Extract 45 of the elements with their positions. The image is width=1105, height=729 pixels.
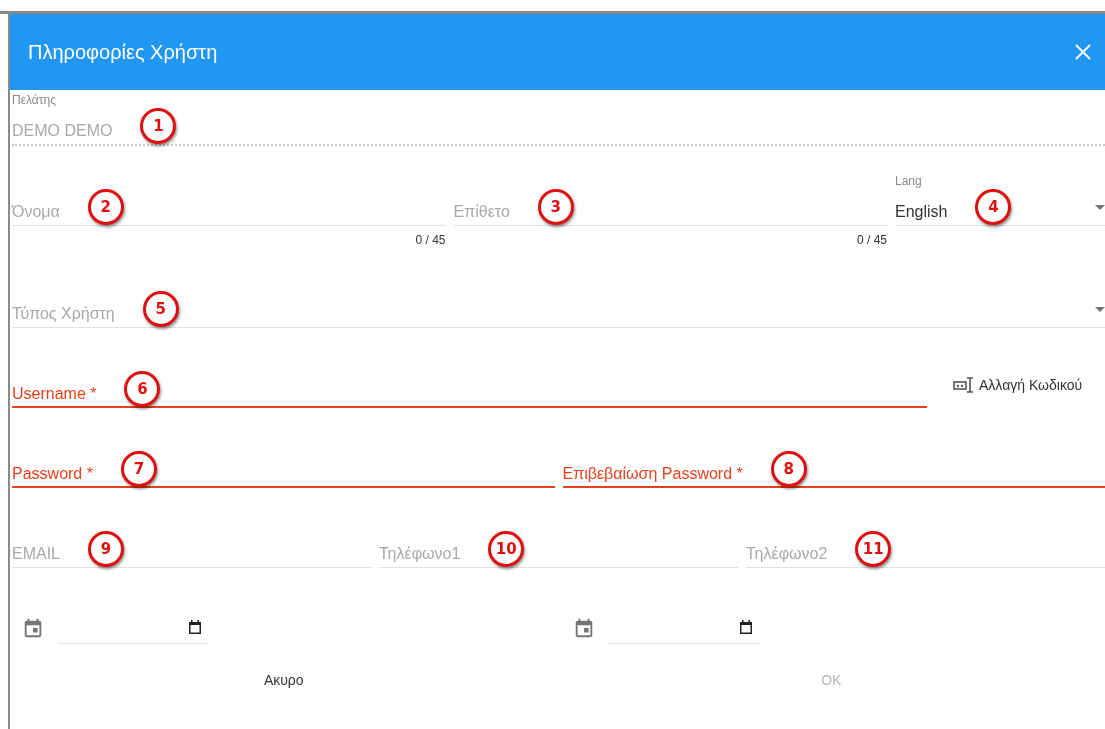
callout-marker: 7 <box>120 450 157 487</box>
dropdown-arrow-icon[interactable] <box>1095 306 1105 312</box>
character-counter: 0 / 45 <box>855 232 887 248</box>
callout-marker: 9 <box>88 531 124 567</box>
text-field[interactable]: Password * 7 <box>12 451 555 488</box>
change-password-button[interactable]: Αλλαγή Κωδικού <box>935 355 1089 407</box>
text-field[interactable]: Τηλέφωνο1 10 <box>379 531 738 568</box>
close-icon[interactable] <box>1075 44 1091 60</box>
callout-marker: 1 <box>140 108 177 144</box>
text-field[interactable]: EMAIL 9 <box>12 531 371 568</box>
field-label: Password * <box>12 463 93 483</box>
placeholder-text: EMAIL <box>12 544 60 563</box>
dialog-title: Πληροφορίες Χρήστη <box>28 40 218 64</box>
character-counter: 0 / 45 <box>414 232 446 248</box>
field-label: Πελάτης <box>12 92 57 108</box>
field-value: DEMO DEMO <box>12 121 113 140</box>
field-label: Lang <box>895 174 922 188</box>
callout-marker: 3 <box>537 189 574 225</box>
text-field[interactable]: Username * 6 <box>12 371 927 408</box>
selected-value: English <box>895 202 948 221</box>
placeholder-text: Επίθετο <box>453 202 510 221</box>
callout-marker: 10 <box>488 531 525 567</box>
field-label: Επιβεβαίωση Password * <box>562 463 743 483</box>
placeholder-text: Όνομα <box>12 202 60 221</box>
text-field[interactable]: Όνομα 2 <box>12 189 446 226</box>
placeholder-text: Τηλέφωνο1 <box>379 544 461 563</box>
text-field[interactable]: Επίθετο 3 <box>453 189 887 226</box>
text-field[interactable]: Επιβεβαίωση Password * 8 <box>562 451 1105 488</box>
calendar-icon[interactable] <box>188 620 202 634</box>
callout-marker: 2 <box>87 189 124 225</box>
callout-marker: 11 <box>855 531 892 567</box>
text-field[interactable]: Τηλέφωνο2 11 <box>746 531 1105 568</box>
password-field-icon <box>953 375 975 394</box>
placeholder-text: Τηλέφωνο2 <box>746 544 828 563</box>
calendar-icon[interactable] <box>738 620 753 634</box>
dialog-button[interactable]: Ακυρο <box>247 663 320 697</box>
callout-marker: 4 <box>975 189 1012 225</box>
field-label: Username * <box>12 383 97 403</box>
callout-marker: 5 <box>142 291 179 327</box>
callout-marker: 8 <box>770 450 807 487</box>
select-field[interactable]: Τύπος Χρήστη 5 <box>12 291 1105 328</box>
select-field[interactable]: English 4 <box>895 189 1105 226</box>
placeholder-text: Τύπος Χρήστη <box>12 304 115 323</box>
callout-marker: 6 <box>124 370 161 407</box>
dropdown-arrow-icon[interactable] <box>1095 204 1105 210</box>
